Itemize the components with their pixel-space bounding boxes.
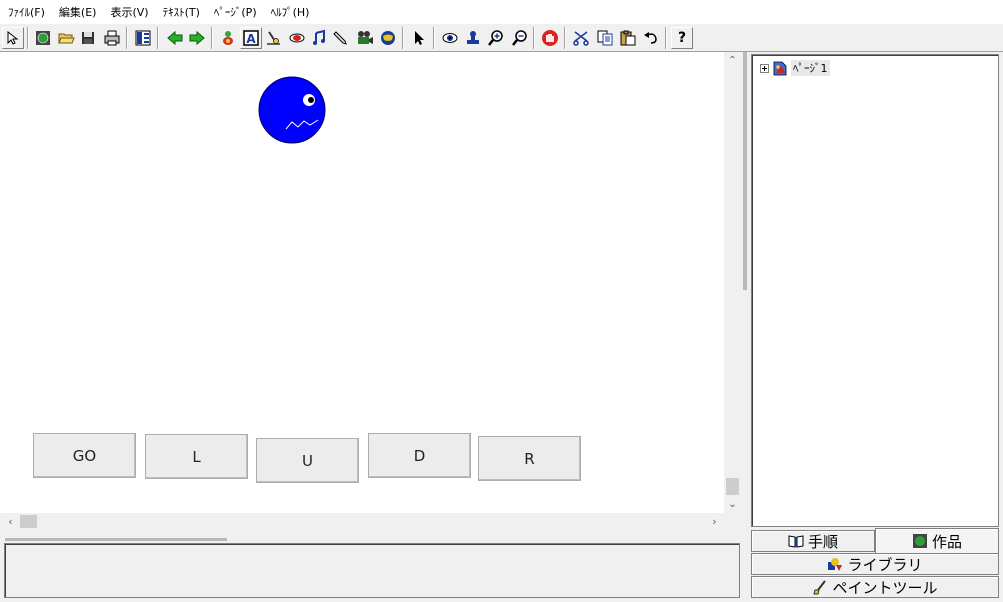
pointer-icon[interactable] — [408, 27, 430, 49]
go-button[interactable]: GO — [33, 433, 136, 478]
menu-text[interactable]: ﾃｷｽﾄ(T) — [163, 4, 200, 20]
tree-item-label: ﾍﾟｰｼﾞ1 — [791, 60, 830, 76]
stop-hand-icon[interactable] — [539, 27, 561, 49]
eye-icon[interactable] — [439, 27, 461, 49]
down-button[interactable]: D — [368, 433, 471, 478]
tab-paint-tool[interactable]: ペイントツール — [751, 576, 999, 598]
left-button[interactable]: L — [145, 434, 248, 479]
menu-edit[interactable]: 編集(E) — [59, 4, 97, 20]
copy-icon[interactable] — [594, 27, 616, 49]
toolbar: A ? — [0, 24, 1003, 52]
library-icon — [828, 558, 843, 571]
save-disk-icon[interactable] — [77, 27, 99, 49]
scissors-icon[interactable] — [570, 27, 592, 49]
music-note-icon[interactable] — [308, 27, 330, 49]
zoom-in-icon[interactable] — [485, 27, 507, 49]
book-icon — [788, 535, 804, 548]
tab-library-label: ライブラリ — [847, 555, 923, 574]
forward-arrow-icon[interactable] — [186, 27, 208, 49]
message-panel — [4, 543, 740, 598]
vertical-scrollbar[interactable]: ⌃ ⌄ — [724, 52, 741, 513]
movie-camera-icon[interactable] — [354, 27, 376, 49]
select-arrow-icon[interactable] — [2, 27, 24, 49]
app-window: ﾌｧｲﾙ(F) 編集(E) 表示(V) ﾃｷｽﾄ(T) ﾍﾟｰｼﾞ(P) ﾍﾙﾌ… — [0, 0, 1003, 602]
print-icon[interactable] — [101, 27, 123, 49]
tree-item-page1[interactable]: ﾍﾟｰｼﾞ1 — [760, 60, 830, 76]
globe-icon[interactable] — [377, 27, 399, 49]
menu-bar: ﾌｧｲﾙ(F) 編集(E) 表示(V) ﾃｷｽﾄ(T) ﾍﾟｰｼﾞ(P) ﾍﾙﾌ… — [0, 0, 1003, 24]
zoom-out-icon[interactable] — [509, 27, 531, 49]
up-button[interactable]: U — [256, 438, 359, 483]
text-box-icon[interactable]: A — [240, 27, 262, 49]
tab-procedure-label: 手順 — [807, 532, 838, 551]
character-icon[interactable] — [217, 27, 239, 49]
page-icon — [773, 61, 787, 76]
help-icon[interactable]: ? — [671, 27, 693, 49]
horizontal-scroll-thumb[interactable] — [20, 515, 37, 528]
scroll-left-icon[interactable]: ‹ — [2, 513, 19, 530]
horizontal-scrollbar[interactable]: ‹ › — [0, 513, 724, 530]
undo-icon[interactable] — [640, 27, 662, 49]
scroll-right-icon[interactable]: › — [706, 513, 723, 530]
tab-library[interactable]: ライブラリ — [751, 553, 999, 575]
layout-panel-icon[interactable] — [132, 27, 154, 49]
menu-file[interactable]: ﾌｧｲﾙ(F) — [8, 4, 45, 20]
stage-canvas[interactable]: GO L U D R — [0, 52, 724, 513]
works-globe-icon — [912, 534, 927, 548]
tab-works-label: 作品 — [931, 532, 962, 551]
pen-icon[interactable] — [330, 27, 352, 49]
open-folder-icon[interactable] — [55, 27, 77, 49]
tab-paint-tool-label: ペイントツール — [832, 578, 938, 597]
menu-view[interactable]: 表示(V) — [110, 4, 148, 20]
vertical-scroll-thumb[interactable] — [726, 478, 739, 495]
svg-text:A: A — [246, 32, 256, 46]
back-arrow-icon[interactable] — [164, 27, 186, 49]
eraser-icon[interactable] — [286, 27, 308, 49]
stamp-icon[interactable] — [462, 27, 484, 49]
brush-icon — [813, 580, 827, 595]
expand-icon[interactable] — [760, 63, 769, 73]
scroll-down-icon[interactable]: ⌄ — [724, 496, 741, 513]
magnet-icon[interactable] — [263, 27, 285, 49]
horizontal-splitter[interactable] — [5, 538, 227, 541]
menu-page[interactable]: ﾍﾟｰｼﾞ(P) — [214, 4, 257, 20]
tab-procedure[interactable]: 手順 — [751, 530, 875, 552]
vertical-splitter[interactable] — [741, 52, 749, 602]
menu-help[interactable]: ﾍﾙﾌﾟ(H) — [271, 4, 310, 20]
tab-works[interactable]: 作品 — [875, 528, 999, 553]
paste-icon[interactable] — [617, 27, 639, 49]
new-world-icon[interactable] — [32, 27, 54, 49]
scroll-up-icon[interactable]: ⌃ — [724, 52, 741, 69]
blue-character-sprite[interactable] — [258, 76, 328, 146]
page-tree-panel: ﾍﾟｰｼﾞ1 — [751, 54, 999, 527]
right-button[interactable]: R — [478, 436, 581, 481]
